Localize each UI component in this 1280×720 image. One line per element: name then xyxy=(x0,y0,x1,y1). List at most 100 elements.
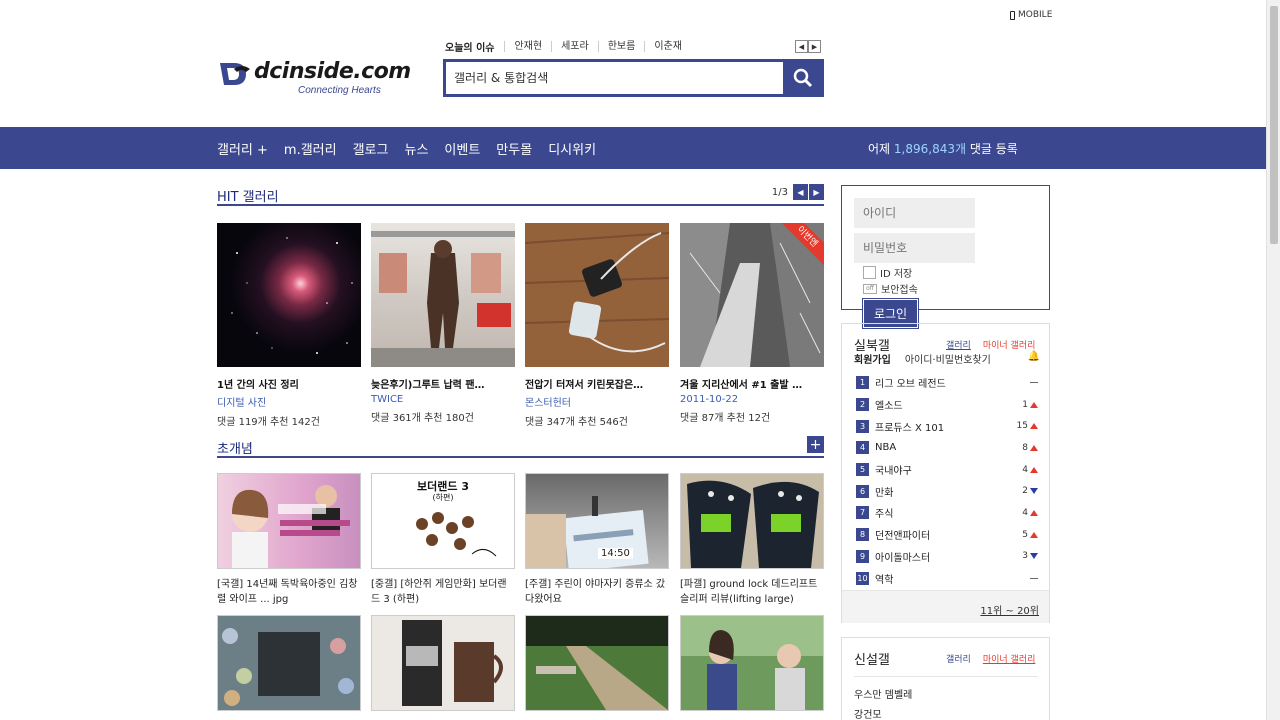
bell-icon[interactable]: 🔔 xyxy=(1028,351,1040,366)
concept-card[interactable] xyxy=(525,615,669,711)
hit-title[interactable]: 겨울 지리산에서 #1 출발 … xyxy=(680,376,824,391)
concept-thumbnail[interactable] xyxy=(680,615,824,711)
ranking-row[interactable]: 3 프로듀스 X 101 15 xyxy=(856,415,1038,437)
ranking-row[interactable]: 6 만화 2 xyxy=(856,480,1038,502)
concept-caption[interactable]: [파갤] ground lock 데드리프트 슬리퍼 리뷰(lifting la… xyxy=(680,577,824,607)
stat-prefix: 어제 xyxy=(868,142,894,156)
hit-thumbnail[interactable] xyxy=(525,223,669,367)
new-gallery-item[interactable]: 강건모 xyxy=(854,706,912,720)
ranking-row[interactable]: 1 리그 오브 레전드 xyxy=(856,372,1038,394)
rank-gallery-name[interactable]: 역학 xyxy=(875,571,1004,586)
hit-thumbnail[interactable] xyxy=(217,223,361,367)
concept-card[interactable]: [파갤] ground lock 데드리프트 슬리퍼 리뷰(lifting la… xyxy=(680,473,824,607)
nav-dcwiki[interactable]: 디시위키 xyxy=(548,139,596,158)
nav-mandumall[interactable]: 만두몰 xyxy=(496,139,532,158)
concept-thumbnail[interactable] xyxy=(371,615,515,711)
hit-thumbnail[interactable] xyxy=(371,223,515,367)
ranking-row[interactable]: 9 아이돌마스터 3 xyxy=(856,546,1038,568)
hit-gallery-name[interactable]: 디지털 사진 xyxy=(217,394,361,409)
concept-thumbnail[interactable]: 보더랜드 3 (하편) xyxy=(371,473,515,569)
concept-thumbnail[interactable] xyxy=(525,615,669,711)
hit-card[interactable]: 1년 간의 사진 정리 디지털 사진 댓글 119개 추천 142건 xyxy=(217,223,361,428)
concept-card[interactable] xyxy=(371,615,515,711)
hit-gallery-name[interactable]: TWICE xyxy=(371,394,515,405)
vertical-scrollbar[interactable] xyxy=(1266,0,1280,720)
rank-gallery-name[interactable]: 리그 오브 레전드 xyxy=(875,375,1004,390)
rank-gallery-name[interactable]: 국내야구 xyxy=(875,462,1004,477)
issue-keyword[interactable]: 세포라 xyxy=(551,41,598,52)
nav-news[interactable]: 뉴스 xyxy=(404,139,428,158)
secure-login-toggle[interactable]: off 보안접속 xyxy=(863,281,918,296)
save-id-checkbox[interactable]: ID 저장 xyxy=(863,265,912,280)
concept-thumbnail[interactable] xyxy=(217,473,361,569)
id-input[interactable] xyxy=(854,198,975,228)
mobile-link[interactable]: MOBILE xyxy=(1010,10,1052,20)
rank-gallery-name[interactable]: 아이돌마스터 xyxy=(875,549,1004,564)
toggle-off-icon[interactable]: off xyxy=(863,283,877,294)
issue-keyword[interactable]: 이춘재 xyxy=(644,41,691,52)
hit-title[interactable]: 1년 간의 사진 정리 xyxy=(217,376,361,391)
concept-thumbnail[interactable]: 14:50 xyxy=(525,473,669,569)
hit-card[interactable]: 늦은후기)그루트 납력 팬… TWICE 댓글 361개 추천 180건 xyxy=(371,223,515,424)
issue-keyword[interactable]: 안재현 xyxy=(504,41,551,52)
search-button[interactable] xyxy=(785,62,821,94)
ranking-row[interactable]: 8 던전앤파이터 5 xyxy=(856,524,1038,546)
concept-caption[interactable]: [중갤] [하안쥐 게임만화] 보더랜드 3 (하편) xyxy=(371,577,515,607)
more-ranking-link[interactable]: 11위 ~ 20위 xyxy=(980,602,1039,617)
tab-minor-gallery[interactable]: 마이너 갤러리 xyxy=(983,652,1036,665)
concept-thumbnail[interactable] xyxy=(217,615,361,711)
nav-gallery[interactable]: 갤러리 + xyxy=(217,139,268,158)
join-link[interactable]: 회원가입 xyxy=(854,351,891,366)
concept-title[interactable]: 초개념 xyxy=(217,438,253,457)
hit-title[interactable]: 늦은후기)그루트 납력 팬… xyxy=(371,376,515,391)
new-gallery-item[interactable]: 우스만 뎀벨레 xyxy=(854,686,912,706)
hit-next-button[interactable]: ▶ xyxy=(808,184,824,200)
adapter-photo-image xyxy=(525,223,669,367)
hit-card[interactable]: 이번엔 겨울 지리산에서 #1 출발 … 2011-10-22 댓글 87개 추… xyxy=(680,223,824,424)
hit-title[interactable]: 전압기 터져서 키린못잡은… xyxy=(525,376,669,391)
checkbox-icon[interactable] xyxy=(863,266,876,279)
ranking-row[interactable]: 7 주식 4 xyxy=(856,502,1038,524)
next-issue-button[interactable]: ▶ xyxy=(808,40,821,53)
scrollbar-thumb[interactable] xyxy=(1270,6,1278,244)
password-input[interactable] xyxy=(854,233,975,263)
concept-card[interactable]: 14:50 [주갤] 주린이 야마자키 증류소 갔다왔어요 xyxy=(525,473,669,607)
concept-caption[interactable]: [국갤] 14년째 독박육아중인 김창렬 와이프 ... jpg xyxy=(217,577,361,607)
concept-card[interactable] xyxy=(680,615,824,711)
concept-caption[interactable]: [주갤] 주린이 야마자키 증류소 갔다왔어요 xyxy=(525,577,669,607)
concept-more-button[interactable]: + xyxy=(807,436,824,453)
nav-mgallery[interactable]: m.갤러리 xyxy=(284,139,337,158)
rank-gallery-name[interactable]: 주식 xyxy=(875,505,1004,520)
find-account-link[interactable]: 아이디·비밀번호찾기 xyxy=(905,351,991,366)
hit-card[interactable]: 전압기 터져서 키린못잡은… 몬스터헌터 댓글 347개 추천 546건 xyxy=(525,223,669,428)
search-input[interactable] xyxy=(446,62,785,94)
concept-thumbnail[interactable] xyxy=(680,473,824,569)
rank-gallery-name[interactable]: 프로듀스 X 101 xyxy=(875,419,1004,434)
site-logo[interactable]: dcinside.com Connecting Hearts xyxy=(216,55,436,100)
rank-up-icon xyxy=(1030,401,1038,408)
hit-thumbnail[interactable]: 이번엔 xyxy=(680,223,824,367)
rank-gallery-name[interactable]: 던전앤파이터 xyxy=(875,527,1004,542)
ranking-row[interactable]: 5 국내야구 4 xyxy=(856,459,1038,481)
concept-card[interactable]: 보더랜드 3 (하편) [중갤] [하안쥐 게임만화] 보더랜드 3 (하편) xyxy=(371,473,515,607)
tab-gallery[interactable]: 갤러리 xyxy=(946,338,971,351)
nav-gallog[interactable]: 갤로그 xyxy=(353,139,389,158)
issue-keyword[interactable]: 한보름 xyxy=(597,41,645,52)
hit-gallery-title[interactable]: HIT 갤러리 xyxy=(217,186,279,205)
hit-gallery-name[interactable]: 몬스터헌터 xyxy=(525,394,669,409)
tab-gallery[interactable]: 갤러리 xyxy=(946,652,971,665)
concept-card[interactable] xyxy=(217,615,361,711)
ranking-row[interactable]: 10 역학 xyxy=(856,567,1038,589)
prev-issue-button[interactable]: ◀ xyxy=(795,40,808,53)
tab-minor-gallery[interactable]: 마이너 갤러리 xyxy=(983,338,1036,351)
rank-number: 1 xyxy=(856,376,869,390)
hit-prev-button[interactable]: ◀ xyxy=(792,184,808,200)
hit-gallery-name[interactable]: 2011-10-22 xyxy=(680,394,824,405)
ranking-row[interactable]: 2 엘소드 1 xyxy=(856,394,1038,416)
rank-gallery-name[interactable]: 엘소드 xyxy=(875,397,1004,412)
rank-gallery-name[interactable]: 만화 xyxy=(875,484,1004,499)
nav-event[interactable]: 이벤트 xyxy=(444,139,480,158)
rank-gallery-name[interactable]: NBA xyxy=(875,442,1004,453)
ranking-row[interactable]: 4 NBA 8 xyxy=(856,437,1038,459)
concept-card[interactable]: [국갤] 14년째 독박육아중인 김창렬 와이프 ... jpg xyxy=(217,473,361,607)
